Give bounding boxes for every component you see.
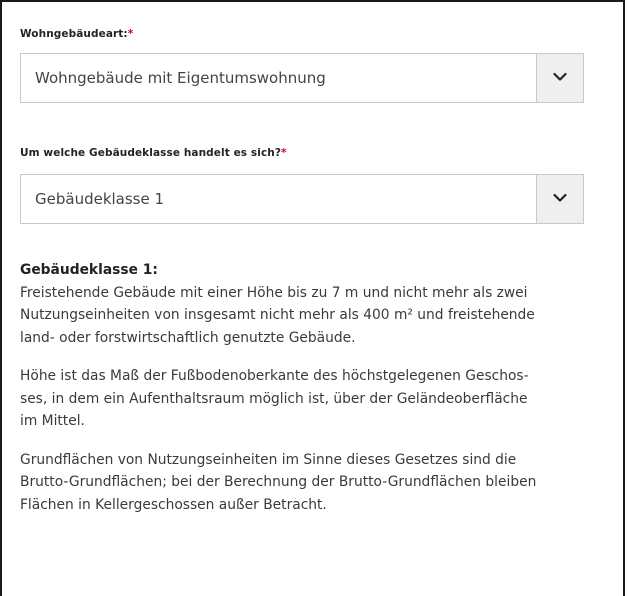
- building-class-select[interactable]: Gebäudeklasse 1: [20, 174, 584, 224]
- building-class-label: Um welche Gebäudeklasse handelt es sich?…: [20, 147, 287, 159]
- chevron-down-icon: [553, 193, 567, 202]
- info-line: Nutzungseinheiten von insgesamt nicht me…: [20, 307, 535, 323]
- info-paragraph-floor-area: Grundflächen von Nutzungseinheiten im Si…: [20, 449, 610, 517]
- info-paragraph-height: Höhe ist das Maß der Fußbodenoberkante d…: [20, 365, 610, 433]
- info-line: Brutto-Grundflächen; bei der Berechnung …: [20, 474, 537, 490]
- info-line: ses, in dem ein Aufenthaltsraum möglich …: [20, 390, 528, 407]
- building-class-label-text: Um welche Gebäudeklasse handelt es sich?: [20, 147, 282, 159]
- building-type-label-text: Wohngebäudeart:: [20, 28, 128, 40]
- info-line: im Mittel.: [20, 413, 85, 429]
- building-class-dropdown-button[interactable]: [536, 175, 583, 223]
- building-type-select[interactable]: Wohngebäude mit Eigentumswohnung: [20, 53, 584, 103]
- info-title: Gebäudeklasse 1:: [20, 262, 158, 278]
- required-marker: *: [127, 28, 134, 40]
- building-class-selected-value: Gebäudeklasse 1: [35, 190, 165, 208]
- required-marker: *: [281, 147, 287, 159]
- info-paragraph-definition: Freistehende Gebäude mit einer Höhe bis …: [20, 282, 610, 350]
- info-line: Freistehende Gebäude mit einer Höhe bis …: [20, 284, 528, 301]
- building-type-label: Wohngebäudeart:*: [20, 28, 133, 40]
- info-line: Grundflächen von Nutzungseinheiten im Si…: [20, 451, 517, 468]
- info-line: land- oder forstwirtschaftlich genutzte …: [20, 329, 356, 346]
- info-line: Flächen in Kellergeschossen außer Betrac…: [20, 496, 327, 513]
- building-type-dropdown-button[interactable]: [536, 54, 583, 102]
- form-panel: Wohngebäudeart:* Wohngebäude mit Eigentu…: [0, 0, 625, 596]
- building-type-selected-value: Wohngebäude mit Eigentumswohnung: [35, 69, 326, 87]
- building-class-info: Gebäudeklasse 1: Freistehende Gebäude mi…: [20, 259, 610, 516]
- chevron-down-icon: [553, 72, 567, 81]
- info-line: Höhe ist das Maß der Fußbodenoberkante d…: [20, 368, 529, 384]
